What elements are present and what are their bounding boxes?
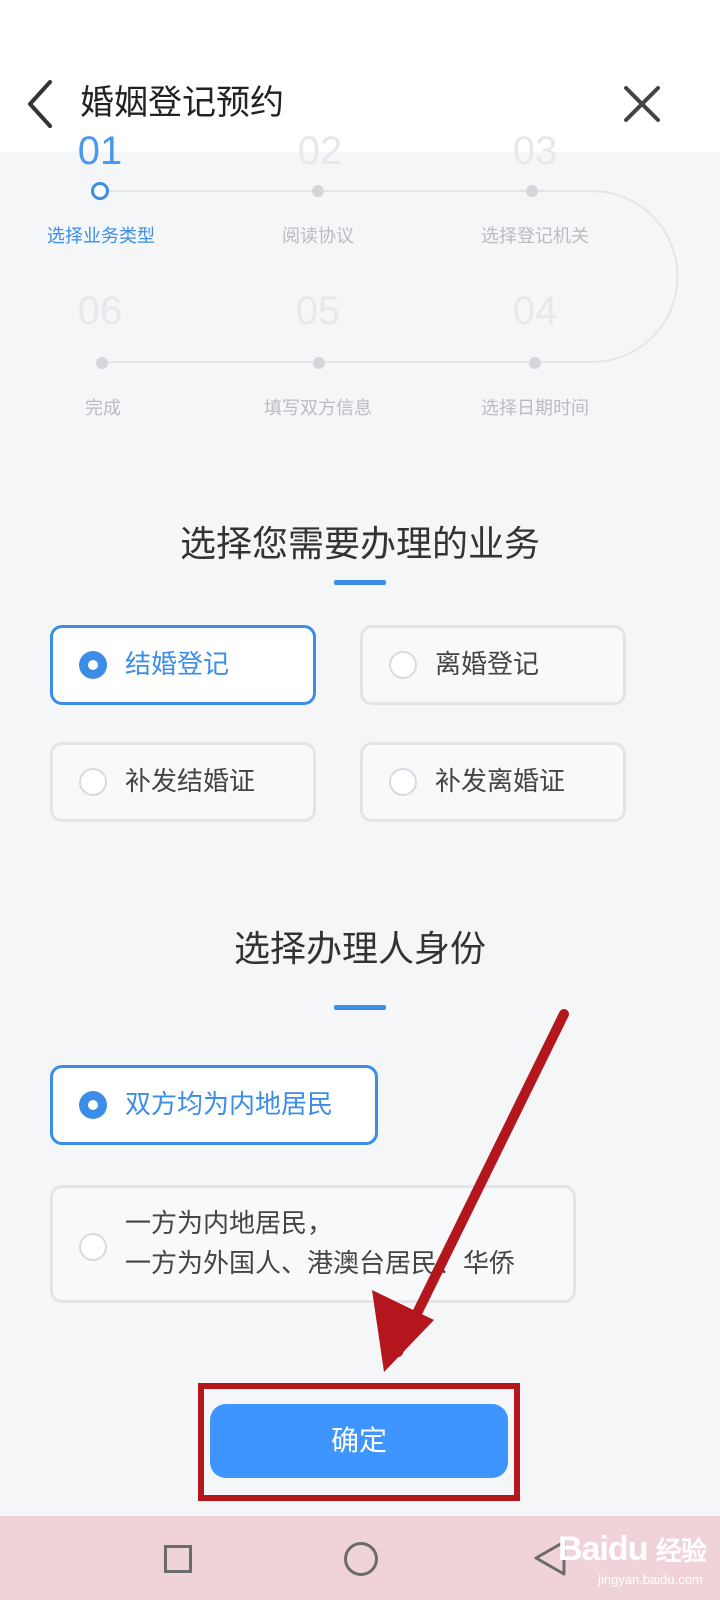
step-dot <box>96 357 108 369</box>
home-icon[interactable] <box>344 1542 378 1576</box>
option-reissue-divorce-cert[interactable]: 补发离婚证 <box>360 742 626 822</box>
step-label: 阅读协议 <box>282 226 354 247</box>
status-bar <box>0 0 720 52</box>
paw-icon: du <box>607 1530 649 1568</box>
option-reissue-marriage-cert[interactable]: 补发结婚证 <box>50 742 316 822</box>
option-divorce-registration[interactable]: 离婚登记 <box>360 625 626 705</box>
step-number: 03 <box>512 129 558 173</box>
watermark-url: jingyan.baidu.com <box>598 1572 703 1587</box>
step-number: 04 <box>512 289 558 333</box>
title-underline <box>334 1005 386 1010</box>
back-triangle-icon[interactable] <box>530 1538 570 1578</box>
radio-unchecked-icon <box>79 1233 107 1261</box>
close-button[interactable] <box>620 82 664 126</box>
step-progress: 01 02 03 选择业务类型 阅读协议 选择登记机关 06 05 04 完成 … <box>0 129 720 452</box>
option-label-line2: 一方为外国人、港澳台居民、华侨 <box>125 1249 516 1279</box>
step-dot <box>312 185 324 197</box>
option-label: 离婚登记 <box>435 650 540 680</box>
step-number: 01 <box>77 129 123 173</box>
business-section-title: 选择您需要办理的业务 <box>179 524 540 565</box>
radio-unchecked-icon <box>79 768 107 796</box>
step-number: 05 <box>295 289 341 333</box>
option-marriage-registration[interactable]: 结婚登记 <box>50 625 316 705</box>
option-label: 双方均为内地居民 <box>125 1090 334 1120</box>
radio-unchecked-icon <box>389 651 417 679</box>
radio-checked-icon <box>79 1091 107 1119</box>
watermark-logo-tail: 经验 <box>655 1536 707 1566</box>
step-label: 填写双方信息 <box>264 398 372 419</box>
step-label: 完成 <box>85 398 121 419</box>
step-label: 选择业务类型 <box>47 226 155 247</box>
system-nav-bar: Baidu 经验 jingyan.baidu.com <box>0 1516 720 1600</box>
option-label: 补发离婚证 <box>435 767 566 797</box>
step-dot <box>529 357 541 369</box>
page-title: 婚姻登记预约 <box>80 83 284 123</box>
baidu-jingyan-watermark: Baidu 经验 jingyan.baidu.com <box>558 1524 718 1594</box>
step-number: 06 <box>77 289 123 333</box>
back-button[interactable] <box>18 78 62 130</box>
step-dot <box>313 357 325 369</box>
option-label: 结婚登记 <box>125 650 230 680</box>
option-label: 补发结婚证 <box>125 767 256 797</box>
confirm-button[interactable]: 确定 <box>210 1404 508 1478</box>
chevron-left-icon <box>28 80 52 128</box>
recent-apps-icon[interactable] <box>164 1545 192 1573</box>
step-dot <box>526 185 538 197</box>
identity-section-title: 选择办理人身份 <box>233 929 486 970</box>
step-label: 选择日期时间 <box>481 398 589 419</box>
close-icon <box>624 86 660 122</box>
watermark-logo: Baidu 经验 <box>558 1530 707 1569</box>
radio-unchecked-icon <box>389 768 417 796</box>
step-number: 02 <box>297 129 343 173</box>
option-both-mainland[interactable]: 双方均为内地居民 <box>50 1065 378 1145</box>
step-dot-current <box>91 182 109 200</box>
option-label-line1: 一方为内地居民， <box>125 1209 334 1239</box>
title-underline <box>334 580 386 585</box>
step-label: 选择登记机关 <box>481 226 589 247</box>
option-one-mainland-one-foreign[interactable]: 一方为内地居民， 一方为外国人、港澳台居民、华侨 <box>50 1185 576 1303</box>
radio-checked-icon <box>79 651 107 679</box>
